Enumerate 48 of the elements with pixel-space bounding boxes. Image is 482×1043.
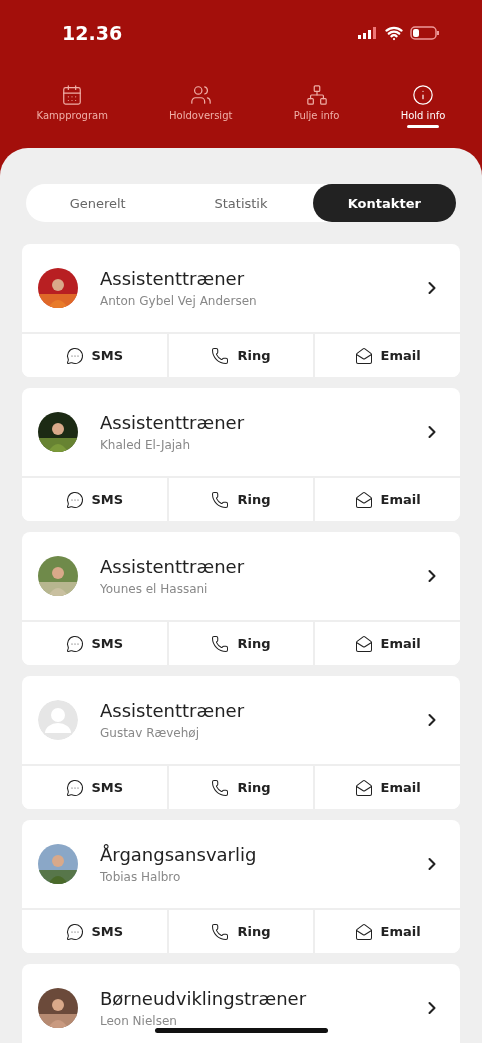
nav-tab[interactable]: Holdoversigt — [165, 84, 237, 148]
phone-icon — [211, 490, 230, 509]
phone-icon — [211, 346, 230, 365]
email-button[interactable]: Email — [313, 910, 460, 953]
email-button[interactable]: Email — [313, 334, 460, 377]
nav-tab[interactable]: Pulje info — [289, 84, 344, 148]
contact-name: Leon Nielsen — [100, 1014, 178, 1028]
nav-tab[interactable]: Kampprogram — [32, 84, 112, 148]
wifi-icon — [385, 24, 403, 42]
signal-icon — [358, 27, 378, 39]
contact-role: Assistenttræner — [100, 268, 246, 289]
envelope-icon — [354, 634, 373, 653]
battery-icon — [410, 26, 440, 40]
chat-bubble-icon — [65, 346, 84, 365]
contact-name: Gustav Rævehøj — [100, 726, 201, 740]
chat-bubble-icon — [65, 490, 84, 509]
nav-tab[interactable]: Hold info — [396, 84, 450, 148]
email-button[interactable]: Email — [313, 622, 460, 665]
phone-icon — [211, 922, 230, 941]
segment-tab[interactable]: Statistik — [169, 184, 313, 222]
calendar-icon — [61, 84, 84, 106]
contact-name: Tobias Halbro — [100, 870, 182, 884]
envelope-icon — [354, 778, 373, 797]
contact-role: Årgangsansvarlig — [100, 844, 258, 865]
chat-bubble-icon — [65, 778, 84, 797]
hierarchy-icon — [305, 84, 328, 106]
segment-tab[interactable]: Generelt — [26, 184, 170, 222]
chat-bubble-icon — [65, 922, 84, 941]
avatar-placeholder-icon — [38, 700, 78, 740]
phone-icon — [211, 778, 230, 797]
email-button[interactable]: Email — [313, 766, 460, 809]
contact-name: Khaled El-Jajah — [100, 438, 192, 452]
envelope-icon — [354, 490, 373, 509]
envelope-icon — [354, 922, 373, 941]
status-time: 12.36 — [62, 22, 123, 44]
people-icon — [189, 84, 212, 106]
info-icon — [412, 84, 434, 106]
phone-icon — [211, 634, 230, 653]
envelope-icon — [354, 346, 373, 365]
segment-tab[interactable]: Kontakter — [312, 184, 456, 222]
contact-role: Assistenttræner — [100, 700, 246, 721]
contact-name: Anton Gybel Vej Andersen — [100, 294, 258, 308]
contact-role: Assistenttræner — [100, 412, 246, 433]
chat-bubble-icon — [65, 634, 84, 653]
contact-role: Assistenttræner — [100, 556, 246, 577]
contact-name: Younes el Hassani — [100, 582, 209, 596]
contact-role: Børneudviklingstræner — [100, 988, 308, 1009]
email-button[interactable]: Email — [313, 478, 460, 521]
